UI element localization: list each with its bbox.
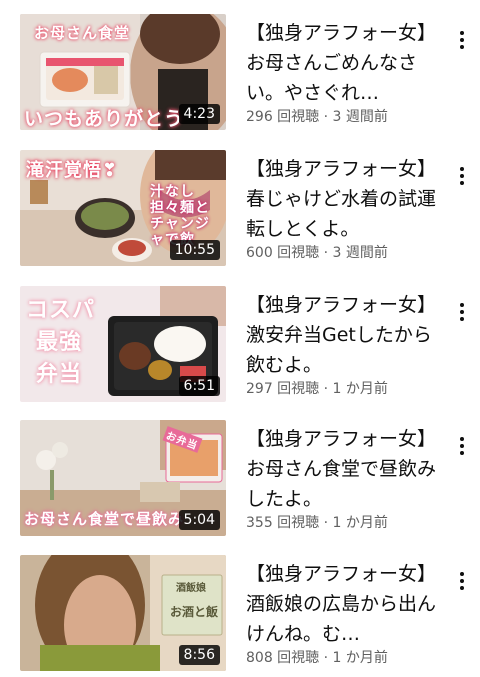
video-meta: 【独身アラフォー女】お母さんごめんなさい。やさぐれ… 296 回視聴 · 3 週… xyxy=(246,14,442,126)
video-stats: 600 回視聴 · 3 週間前 xyxy=(246,244,442,262)
upload-age: 1 か月前 xyxy=(332,515,388,531)
stats-separator: · xyxy=(319,109,333,125)
video-title[interactable]: 【独身アラフォー女】お母さん食堂で昼飲みしたよ。 xyxy=(246,420,442,514)
sign-label-top: 酒飯娘 xyxy=(176,583,206,594)
thumbnail-caption-bottom: 弁当 xyxy=(36,362,83,387)
view-count: 808 回視聴 xyxy=(246,650,320,666)
video-thumbnail[interactable]: 滝汗覚悟❣ 汁なし担々麺とチャンジャで飲 10:55 xyxy=(20,150,226,266)
video-stats: 355 回視聴 · 1 か月前 xyxy=(246,514,442,532)
stats-separator: · xyxy=(319,515,333,531)
video-title[interactable]: 【独身アラフォー女】お母さんごめんなさい。やさぐれ… xyxy=(246,14,442,108)
video-item[interactable]: コスパ 最強 弁当 6:51 【独身アラフォー女】激安弁当Getしたから飲むよ。… xyxy=(0,286,480,404)
thumbnail-caption-bottom: いつもありがとう xyxy=(24,108,185,130)
stats-separator: · xyxy=(319,245,333,261)
upload-age: 3 週間前 xyxy=(332,109,388,125)
video-item[interactable]: お母さん食堂 いつもありがとう 4:23 【独身アラフォー女】お母さんごめんなさ… xyxy=(0,14,480,132)
thumbnail-caption-bottom: 汁なし担々麺とチャンジャで飲 xyxy=(150,184,210,248)
more-options-icon[interactable] xyxy=(452,300,472,324)
video-item[interactable]: 酒飯娘 お酒と飯 8:56 【独身アラフォー女】酒飯娘の広島から出んけんね。む…… xyxy=(0,555,480,673)
video-title[interactable]: 【独身アラフォー女】激安弁当Getしたから飲むよ。 xyxy=(246,286,442,380)
video-thumbnail[interactable]: コスパ 最強 弁当 6:51 xyxy=(20,286,226,402)
upload-age: 1 か月前 xyxy=(332,381,388,397)
thumbnail-caption-top: 滝汗覚悟❣ xyxy=(26,160,119,181)
video-title[interactable]: 【独身アラフォー女】春じゃけど水着の試運転しとくよ。 xyxy=(246,150,442,244)
duration-badge: 10:55 xyxy=(169,240,220,260)
video-title[interactable]: 【独身アラフォー女】酒飯娘の広島から出んけんね。む… xyxy=(246,555,442,649)
video-meta: 【独身アラフォー女】お母さん食堂で昼飲みしたよ。 355 回視聴 · 1 か月前 xyxy=(246,420,442,532)
more-options-icon[interactable] xyxy=(452,164,472,188)
view-count: 600 回視聴 xyxy=(246,245,320,261)
video-item[interactable]: 滝汗覚悟❣ 汁なし担々麺とチャンジャで飲 10:55 【独身アラフォー女】春じゃ… xyxy=(0,150,480,268)
duration-badge: 5:04 xyxy=(178,510,220,530)
video-stats: 808 回視聴 · 1 か月前 xyxy=(246,649,442,667)
thumbnail-caption-top: お母さん食堂 xyxy=(34,24,131,42)
thumbnail-caption-mid: 最強 xyxy=(36,330,83,355)
video-thumbnail[interactable]: 酒飯娘 お酒と飯 8:56 xyxy=(20,555,226,671)
view-count: 297 回視聴 xyxy=(246,381,320,397)
duration-badge: 8:56 xyxy=(178,645,220,665)
more-options-icon[interactable] xyxy=(452,28,472,52)
upload-age: 3 週間前 xyxy=(332,245,388,261)
video-item[interactable]: お弁当 お母さん食堂で昼飲み 5:04 【独身アラフォー女】お母さん食堂で昼飲み… xyxy=(0,420,480,538)
video-stats: 297 回視聴 · 1 か月前 xyxy=(246,380,442,398)
video-thumbnail[interactable]: お弁当 お母さん食堂で昼飲み 5:04 xyxy=(20,420,226,536)
stats-separator: · xyxy=(319,381,333,397)
thumbnail-caption-top: コスパ xyxy=(26,298,96,323)
video-meta: 【独身アラフォー女】春じゃけど水着の試運転しとくよ。 600 回視聴 · 3 週… xyxy=(246,150,442,262)
video-stats: 296 回視聴 · 3 週間前 xyxy=(246,108,442,126)
video-thumbnail[interactable]: お母さん食堂 いつもありがとう 4:23 xyxy=(20,14,226,130)
duration-badge: 6:51 xyxy=(178,376,220,396)
stats-separator: · xyxy=(319,650,333,666)
view-count: 296 回視聴 xyxy=(246,109,320,125)
sign-label-bottom: お酒と飯 xyxy=(170,605,219,619)
video-meta: 【独身アラフォー女】酒飯娘の広島から出んけんね。む… 808 回視聴 · 1 か… xyxy=(246,555,442,667)
video-list: お母さん食堂 いつもありがとう 4:23 【独身アラフォー女】お母さんごめんなさ… xyxy=(0,0,480,677)
upload-age: 1 か月前 xyxy=(332,650,388,666)
more-options-icon[interactable] xyxy=(452,569,472,593)
video-meta: 【独身アラフォー女】激安弁当Getしたから飲むよ。 297 回視聴 · 1 か月… xyxy=(246,286,442,398)
view-count: 355 回視聴 xyxy=(246,515,320,531)
duration-badge: 4:23 xyxy=(178,104,220,124)
more-options-icon[interactable] xyxy=(452,434,472,458)
thumbnail-caption-bottom: お母さん食堂で昼飲み xyxy=(24,510,185,528)
